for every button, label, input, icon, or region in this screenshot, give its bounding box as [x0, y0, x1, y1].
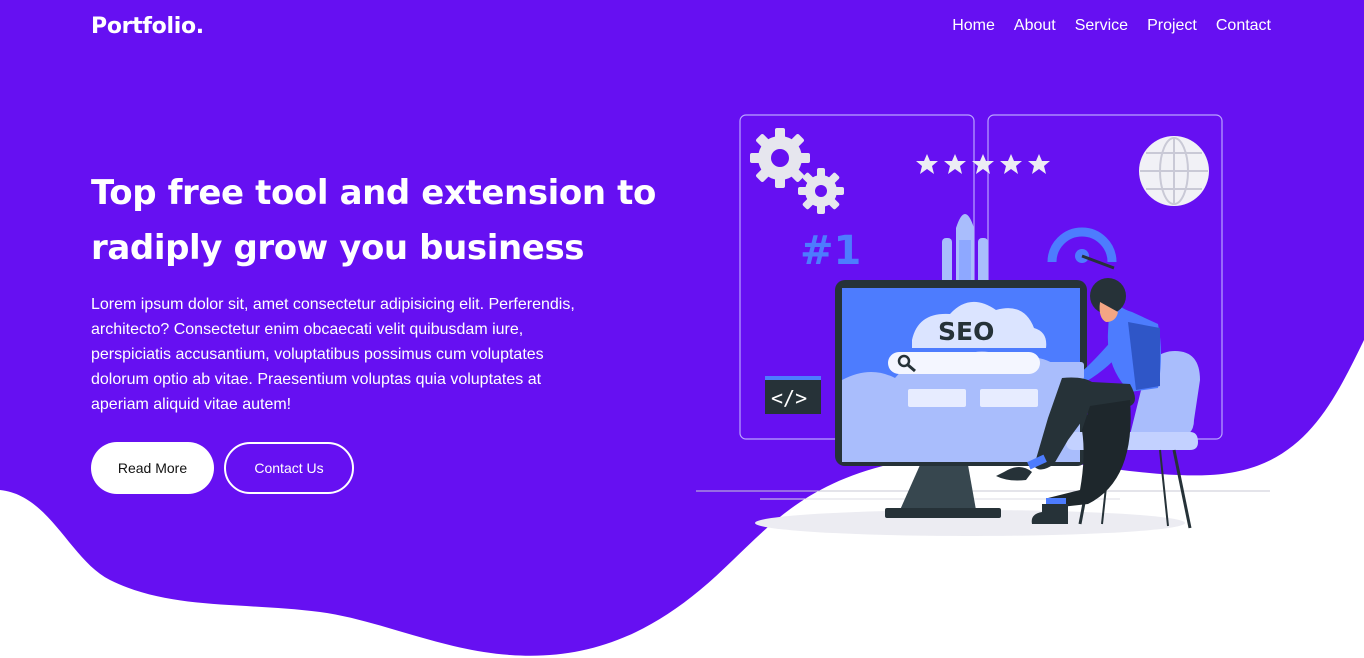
gauge-icon — [1047, 227, 1117, 270]
nav-service[interactable]: Service — [1075, 17, 1128, 35]
monitor: SEO — [835, 280, 1087, 518]
logo[interactable]: Portfolio. — [91, 14, 204, 39]
navbar: Portfolio. Home About Service Project Co… — [0, 0, 1364, 58]
globe-icon — [1139, 136, 1209, 206]
seo-illustration: #1 SEO </> — [696, 114, 1270, 536]
contact-us-button[interactable]: Contact Us — [224, 442, 354, 494]
nav-project[interactable]: Project — [1147, 17, 1197, 35]
code-icon: </> — [765, 376, 821, 414]
nav-home[interactable]: Home — [952, 17, 995, 35]
nav-menu: Home About Service Project Contact — [952, 17, 1271, 35]
rank-label: #1 — [800, 228, 861, 274]
seo-label: SEO — [938, 317, 994, 346]
hero-title-line-1: Top free tool and extension to — [91, 173, 656, 213]
nav-contact[interactable]: Contact — [1216, 17, 1271, 35]
code-label: </> — [771, 386, 807, 410]
gears-icon — [750, 128, 844, 214]
hero-description-line: architecto? Consectetur enim obcaecati v… — [91, 321, 524, 338]
hero-description-line: Lorem ipsum dolor sit, amet consectetur … — [91, 296, 575, 313]
nav-about[interactable]: About — [1014, 17, 1056, 35]
hero-description: Lorem ipsum dolor sit, amet consectetur … — [91, 292, 651, 417]
hero-description-line: dolorum optio ab vitae. Praesentium volu… — [91, 371, 542, 388]
seo-search-bar — [888, 352, 1040, 374]
rating-stars — [916, 154, 1050, 174]
hero-title-line-2: radiply grow you business — [91, 228, 585, 268]
hero-description-line: perspiciatis accusantium, voluptatibus p… — [91, 346, 544, 363]
hero-title: Top free tool and extension to radiply g… — [91, 166, 691, 276]
read-more-button[interactable]: Read More — [91, 442, 214, 494]
hero-section: Portfolio. Home About Service Project Co… — [0, 0, 1364, 658]
hero-description-line: aperiam aliquid vitae autem! — [91, 396, 292, 413]
